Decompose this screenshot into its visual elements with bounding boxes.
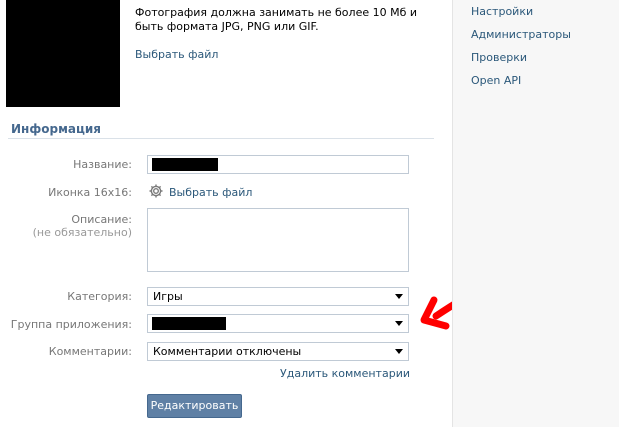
icon-choose-file-link[interactable]: Выбрать файл [169,186,252,199]
delete-comments-link[interactable]: Удалить комментарии [280,367,410,380]
chevron-down-icon [395,321,403,326]
sidebar-item-settings[interactable]: Настройки [471,5,533,18]
app-group-label: Группа приложения: [10,318,132,331]
app-group-select[interactable] [147,314,409,333]
category-value: Игры [153,290,183,303]
comments-value: Комментарии отключены [153,345,302,358]
gear-icon [149,184,163,198]
name-redacted [152,158,218,171]
description-textarea[interactable] [147,208,409,272]
category-label: Категория: [67,290,132,303]
app-photo [6,0,120,107]
description-hint: (не обязательно) [32,226,132,239]
icon-label: Иконка 16x16: [48,186,132,199]
chevron-down-icon [395,294,403,299]
comments-label: Комментарии: [48,345,132,358]
sidebar-item-open-api[interactable]: Open API [471,74,521,87]
comments-select[interactable]: Комментарии отключены [147,342,409,361]
section-divider [8,138,434,139]
name-label: Название: [73,158,132,171]
photo-requirements-text: Фотография должна занимать не более 10 М… [135,6,418,33]
sidebar-item-checks[interactable]: Проверки [471,51,527,64]
main-content: Фотография должна занимать не более 10 М… [0,0,488,427]
app-group-redacted [152,317,226,330]
name-input[interactable] [147,155,409,174]
description-label: Описание: [71,213,132,226]
chevron-down-icon [395,349,403,354]
sidebar-item-administrators[interactable]: Администраторы [471,28,571,41]
sidebar: Настройки Администраторы Проверки Open A… [452,0,619,427]
category-select[interactable]: Игры [147,287,409,306]
section-title: Информация [11,122,101,136]
photo-choose-file-link[interactable]: Выбрать файл [135,48,218,61]
edit-button[interactable]: Редактировать [147,394,242,418]
